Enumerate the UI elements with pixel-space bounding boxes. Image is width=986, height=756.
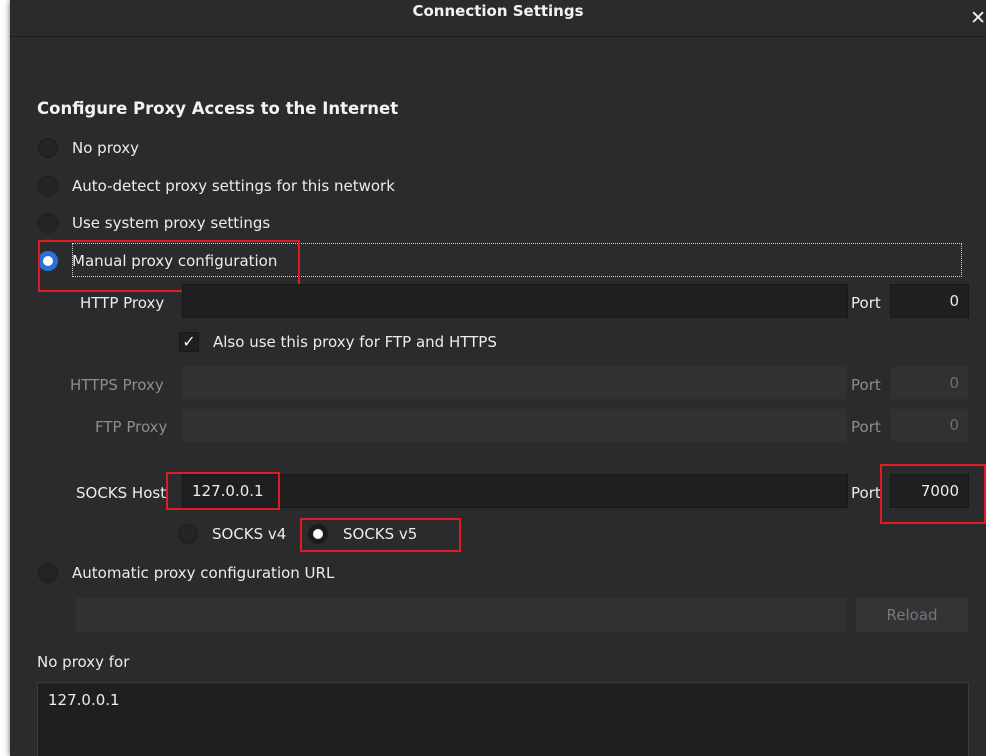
radio-auto-detect[interactable] xyxy=(38,176,58,196)
socks-host-input[interactable]: 127.0.0.1 xyxy=(182,474,848,508)
no-proxy-label: No proxy xyxy=(72,139,139,157)
connection-settings-dialog: Connection Settings ✕ Configure Proxy Ac… xyxy=(10,0,986,756)
https-proxy-input[interactable] xyxy=(182,366,848,400)
ftp-proxy-label: FTP Proxy xyxy=(95,418,168,436)
auto-detect-label: Auto-detect proxy settings for this netw… xyxy=(72,177,395,195)
radio-no-proxy[interactable] xyxy=(38,138,58,158)
radio-system-proxy[interactable] xyxy=(38,213,58,233)
socks-host-label: SOCKS Host xyxy=(76,484,167,502)
also-use-label: Also use this proxy for FTP and HTTPS xyxy=(213,333,497,351)
ftp-port-label: Port xyxy=(851,418,881,436)
https-port-label: Port xyxy=(851,376,881,394)
titlebar-divider xyxy=(10,36,986,37)
ftp-port-input[interactable]: 0 xyxy=(890,408,969,442)
ftp-proxy-input[interactable] xyxy=(182,408,848,442)
http-proxy-label: HTTP Proxy xyxy=(80,294,165,312)
http-port-input[interactable]: 0 xyxy=(890,284,969,318)
close-icon[interactable]: ✕ xyxy=(970,9,986,28)
also-use-checkbox[interactable]: ✓ xyxy=(179,332,199,352)
no-proxy-for-textarea[interactable]: 127.0.0.1 xyxy=(37,682,969,756)
highlight-socks-port xyxy=(880,464,986,524)
dialog-title: Connection Settings xyxy=(412,2,584,20)
radio-auto-config-url[interactable] xyxy=(38,563,58,583)
http-port-label: Port xyxy=(851,294,881,312)
section-heading: Configure Proxy Access to the Internet xyxy=(37,99,399,118)
no-proxy-for-label: No proxy for xyxy=(37,653,130,671)
titlebar: Connection Settings ✕ xyxy=(10,0,986,53)
auto-config-url-input[interactable] xyxy=(75,597,847,633)
auto-config-url-label: Automatic proxy configuration URL xyxy=(72,564,335,582)
reload-button[interactable]: Reload xyxy=(855,597,969,633)
radio-socks-v4[interactable] xyxy=(178,524,198,544)
https-proxy-label: HTTPS Proxy xyxy=(70,376,164,394)
highlight-socks-v5 xyxy=(300,518,461,552)
https-port-input[interactable]: 0 xyxy=(890,366,969,400)
socks-v4-label: SOCKS v4 xyxy=(212,525,287,543)
http-proxy-input[interactable] xyxy=(182,284,848,318)
highlight-socks-host xyxy=(166,472,280,510)
system-proxy-label: Use system proxy settings xyxy=(72,214,271,232)
socks-port-label: Port xyxy=(851,484,881,502)
